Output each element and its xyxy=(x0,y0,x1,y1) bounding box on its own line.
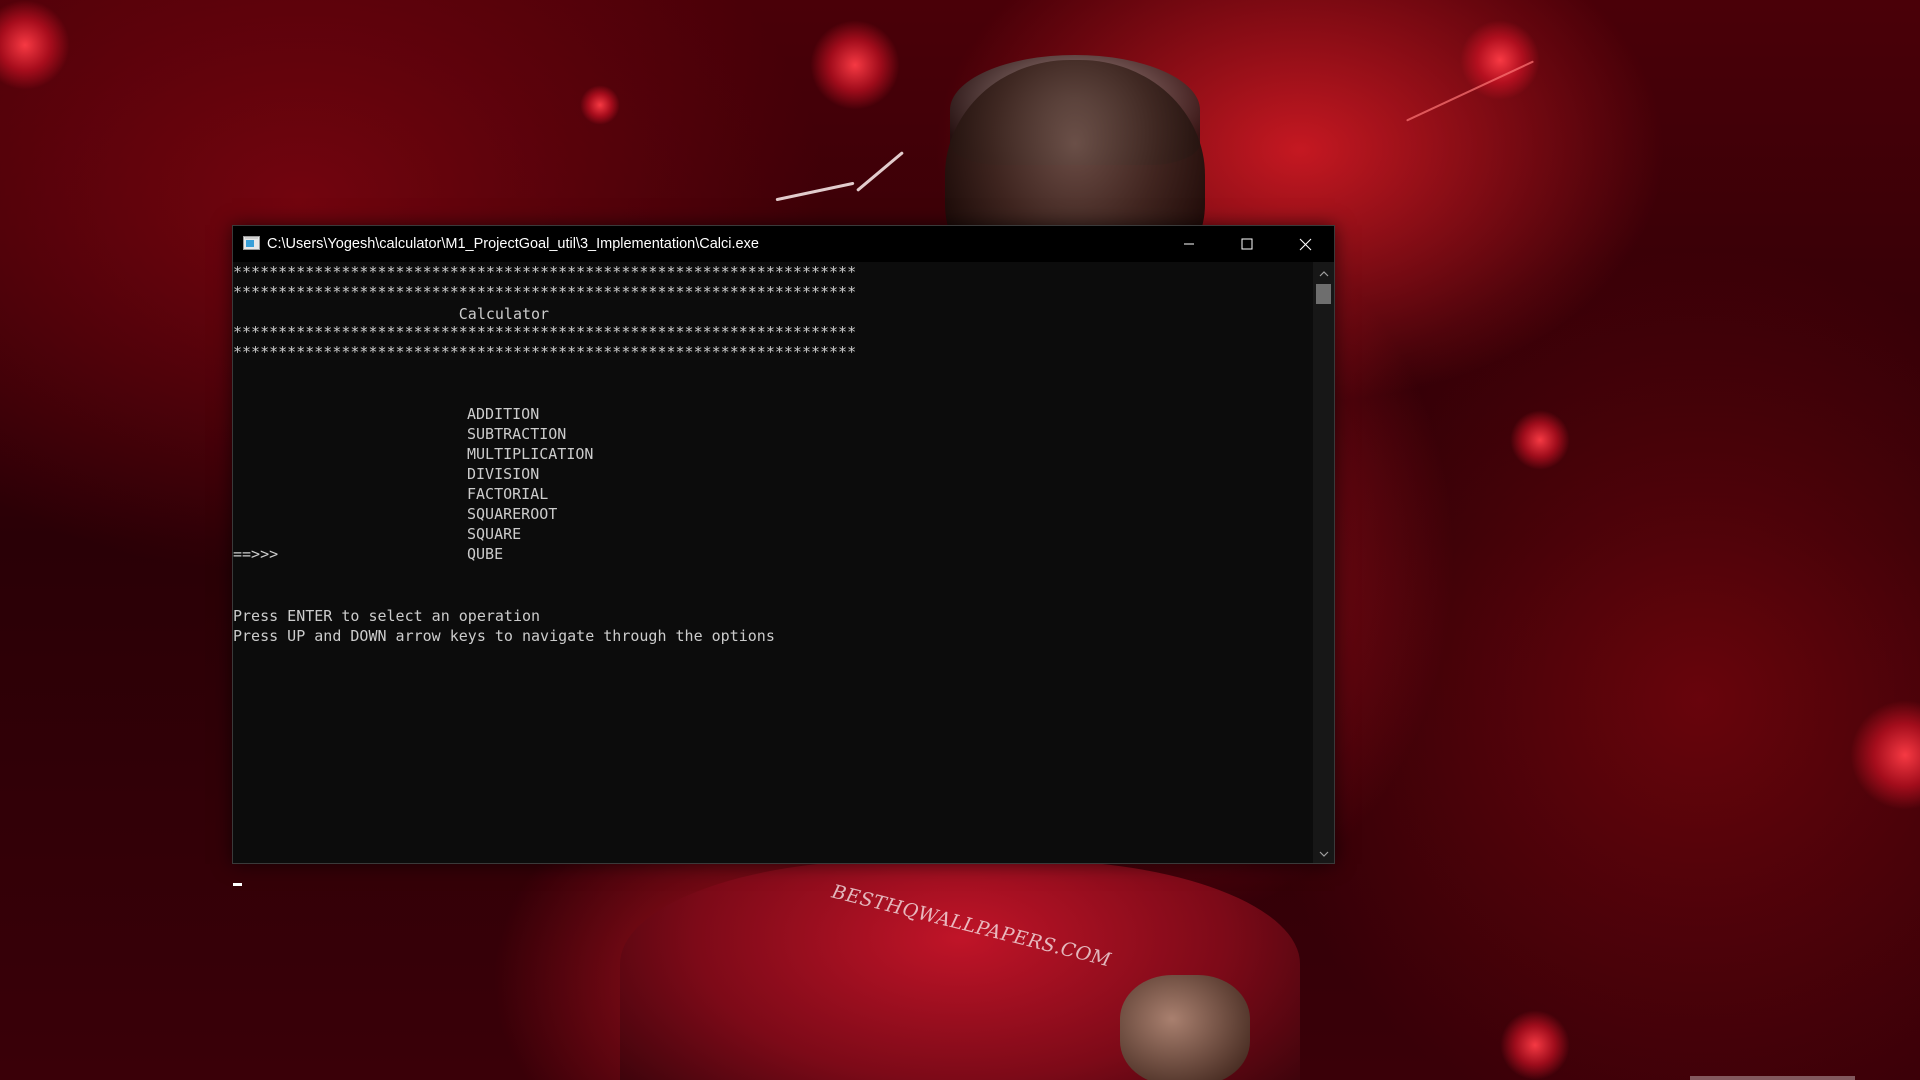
menu-item: FACTORIAL xyxy=(467,484,548,504)
console-output-area[interactable]: ****************************************… xyxy=(233,262,1313,886)
menu-item-label: QUBE xyxy=(467,545,504,563)
close-icon xyxy=(1299,238,1312,251)
maximize-button[interactable] xyxy=(1218,226,1276,262)
close-button[interactable] xyxy=(1276,226,1334,262)
banner-line: ****************************************… xyxy=(233,343,857,361)
chevron-down-icon xyxy=(1319,844,1329,862)
console-heading: Calculator xyxy=(233,305,550,323)
menu-item: ADDITION xyxy=(467,404,539,424)
menu-item-label: SQUAREROOT xyxy=(467,505,558,523)
menu-item-label: SQUARE xyxy=(467,525,522,543)
menu-item: SUBTRACTION xyxy=(467,424,566,444)
menu-item: QUBE xyxy=(467,544,503,564)
scroll-up-button[interactable] xyxy=(1313,264,1334,281)
menu-item: SQUARE xyxy=(467,524,521,544)
menu-item: SQUAREROOT xyxy=(467,504,557,524)
selection-marker: ==>>> xyxy=(233,545,279,563)
scrollbar-thumb[interactable] xyxy=(1316,284,1331,304)
help-enter-text: Press ENTER to select an operation xyxy=(233,607,541,625)
menu-item-label: DIVISION xyxy=(467,465,540,483)
wallpaper-figure-hand xyxy=(1120,975,1250,1080)
taskbar-edge xyxy=(1690,1076,1855,1080)
text-cursor xyxy=(233,883,242,886)
chevron-up-icon xyxy=(1319,264,1329,282)
maximize-icon xyxy=(1241,238,1253,250)
menu-item: MULTIPLICATION xyxy=(467,444,593,464)
menu-item: DIVISION xyxy=(467,464,539,484)
banner-line: ****************************************… xyxy=(233,283,857,301)
console-window[interactable]: C:\Users\Yogesh\calculator\M1_ProjectGoa… xyxy=(232,225,1335,886)
menu-item-label: SUBTRACTION xyxy=(467,425,567,443)
window-title: C:\Users\Yogesh\calculator\M1_ProjectGoa… xyxy=(267,236,759,252)
menu-item-label: ADDITION xyxy=(467,405,540,423)
menu-item-label: FACTORIAL xyxy=(467,485,549,503)
minimize-button[interactable] xyxy=(1160,226,1218,262)
banner-line: ****************************************… xyxy=(233,263,857,281)
minimize-icon xyxy=(1183,238,1195,250)
console-app-icon[interactable] xyxy=(243,236,260,250)
help-arrows-text: Press UP and DOWN arrow keys to navigate… xyxy=(233,627,775,645)
banner-line: ****************************************… xyxy=(233,323,857,341)
console-text: ****************************************… xyxy=(233,262,856,645)
vertical-scrollbar[interactable] xyxy=(1313,262,1334,863)
title-bar[interactable]: C:\Users\Yogesh\calculator\M1_ProjectGoa… xyxy=(233,226,1334,262)
scroll-down-button[interactable] xyxy=(1313,844,1334,861)
menu-item-label: MULTIPLICATION xyxy=(467,445,594,463)
